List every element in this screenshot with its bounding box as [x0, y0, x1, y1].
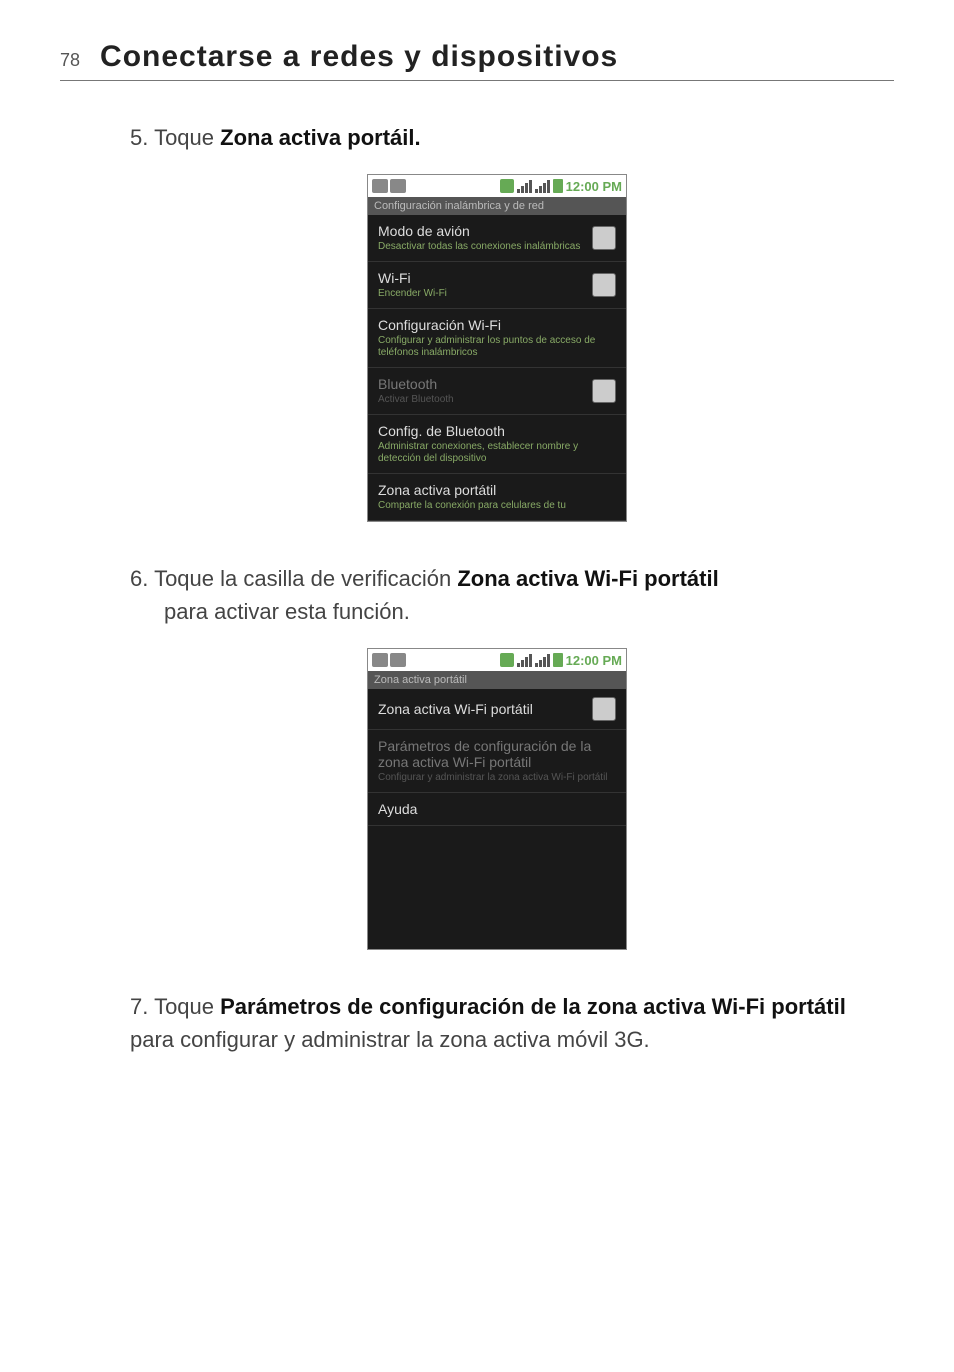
settings-row[interactable]: Zona activa Wi-Fi portátil [368, 689, 626, 730]
row-title: Modo de avión [378, 223, 592, 239]
signal-icon [517, 180, 532, 193]
signal-icon [535, 180, 550, 193]
settings-row[interactable]: Config. de Bluetooth Administrar conexion… [368, 415, 626, 474]
checkbox[interactable] [592, 697, 616, 721]
settings-row[interactable]: Wi-Fi Encender Wi-Fi [368, 262, 626, 309]
row-subtitle: Activar Bluetooth [378, 394, 592, 406]
row-subtitle: Administrar conexiones, establecer nombr… [378, 441, 616, 465]
row-subtitle: Configurar y administrar los puntos de a… [378, 335, 616, 359]
row-subtitle: Comparte la conexión para celulares de t… [378, 500, 616, 512]
status-icon [500, 179, 514, 193]
page-number: 78 [60, 50, 80, 71]
step5-bold: Zona activa portáil. [220, 125, 421, 150]
checkbox[interactable] [592, 226, 616, 250]
page-header: 78 Conectarse a redes y dispositivos [60, 40, 894, 81]
screenshot-2: 12:00 PM Zona activa portátil Zona activ… [367, 648, 627, 950]
step7-bold: Parámetros de configuración de la zona a… [220, 994, 846, 1019]
row-title: Zona activa Wi-Fi portátil [378, 701, 592, 717]
status-bar: 12:00 PM [368, 649, 626, 671]
status-icon [372, 179, 388, 193]
step6-suffix: para activar esta función. [164, 599, 410, 624]
row-title: Bluetooth [378, 376, 592, 392]
status-icon [372, 653, 388, 667]
row-title: Wi-Fi [378, 270, 592, 286]
settings-row[interactable]: Ayuda [368, 793, 626, 826]
row-title: Config. de Bluetooth [378, 423, 616, 439]
step7-prefix: 7. Toque [130, 994, 220, 1019]
clock: 12:00 PM [566, 653, 622, 668]
status-icon [500, 653, 514, 667]
battery-icon [553, 653, 563, 667]
settings-row[interactable]: Modo de avión Desactivar todas las conexi… [368, 215, 626, 262]
row-subtitle: Desactivar todas las conexiones inalámbr… [378, 241, 592, 253]
step5-prefix: 5. Toque [130, 125, 220, 150]
checkbox[interactable] [592, 379, 616, 403]
row-title: Configuración Wi-Fi [378, 317, 616, 333]
row-subtitle: Encender Wi-Fi [378, 288, 592, 300]
screen-title: Configuración inalámbrica y de red [368, 197, 626, 215]
settings-row[interactable]: Zona activa portátil Comparte la conexión… [368, 474, 626, 521]
settings-row[interactable]: Configuración Wi-Fi Configurar y administ… [368, 309, 626, 368]
screenshot-1: 12:00 PM Configuración inalámbrica y de … [367, 174, 627, 522]
row-subtitle: Configurar y administrar la zona activa … [378, 772, 616, 784]
row-title: Ayuda [378, 801, 616, 817]
page-title: Conectarse a redes y dispositivos [100, 40, 618, 74]
settings-row[interactable]: Parámetros de configuración de la zona a… [368, 730, 626, 793]
screenshot-1-wrap: 12:00 PM Configuración inalámbrica y de … [130, 174, 864, 522]
screen-title: Zona activa portátil [368, 671, 626, 689]
step7-suffix: para configurar y administrar la zona ac… [130, 1027, 650, 1052]
battery-icon [553, 179, 563, 193]
step-7: 7. Toque Parámetros de configuración de … [130, 990, 864, 1056]
signal-icon [535, 654, 550, 667]
settings-row[interactable]: Bluetooth Activar Bluetooth [368, 368, 626, 415]
clock: 12:00 PM [566, 179, 622, 194]
step-5: 5. Toque Zona activa portáil. [130, 121, 864, 154]
step-6: 6. Toque la casilla de verificación Zona… [130, 562, 864, 628]
row-title: Parámetros de configuración de la zona a… [378, 738, 616, 770]
screenshot-2-wrap: 12:00 PM Zona activa portátil Zona activ… [130, 648, 864, 950]
status-icon [390, 653, 406, 667]
status-bar: 12:00 PM [368, 175, 626, 197]
status-icon [390, 179, 406, 193]
step6-prefix: 6. Toque la casilla de verificación [130, 566, 457, 591]
signal-icon [517, 654, 532, 667]
step6-bold: Zona activa Wi-Fi portátil [457, 566, 718, 591]
checkbox[interactable] [592, 273, 616, 297]
row-title: Zona activa portátil [378, 482, 616, 498]
